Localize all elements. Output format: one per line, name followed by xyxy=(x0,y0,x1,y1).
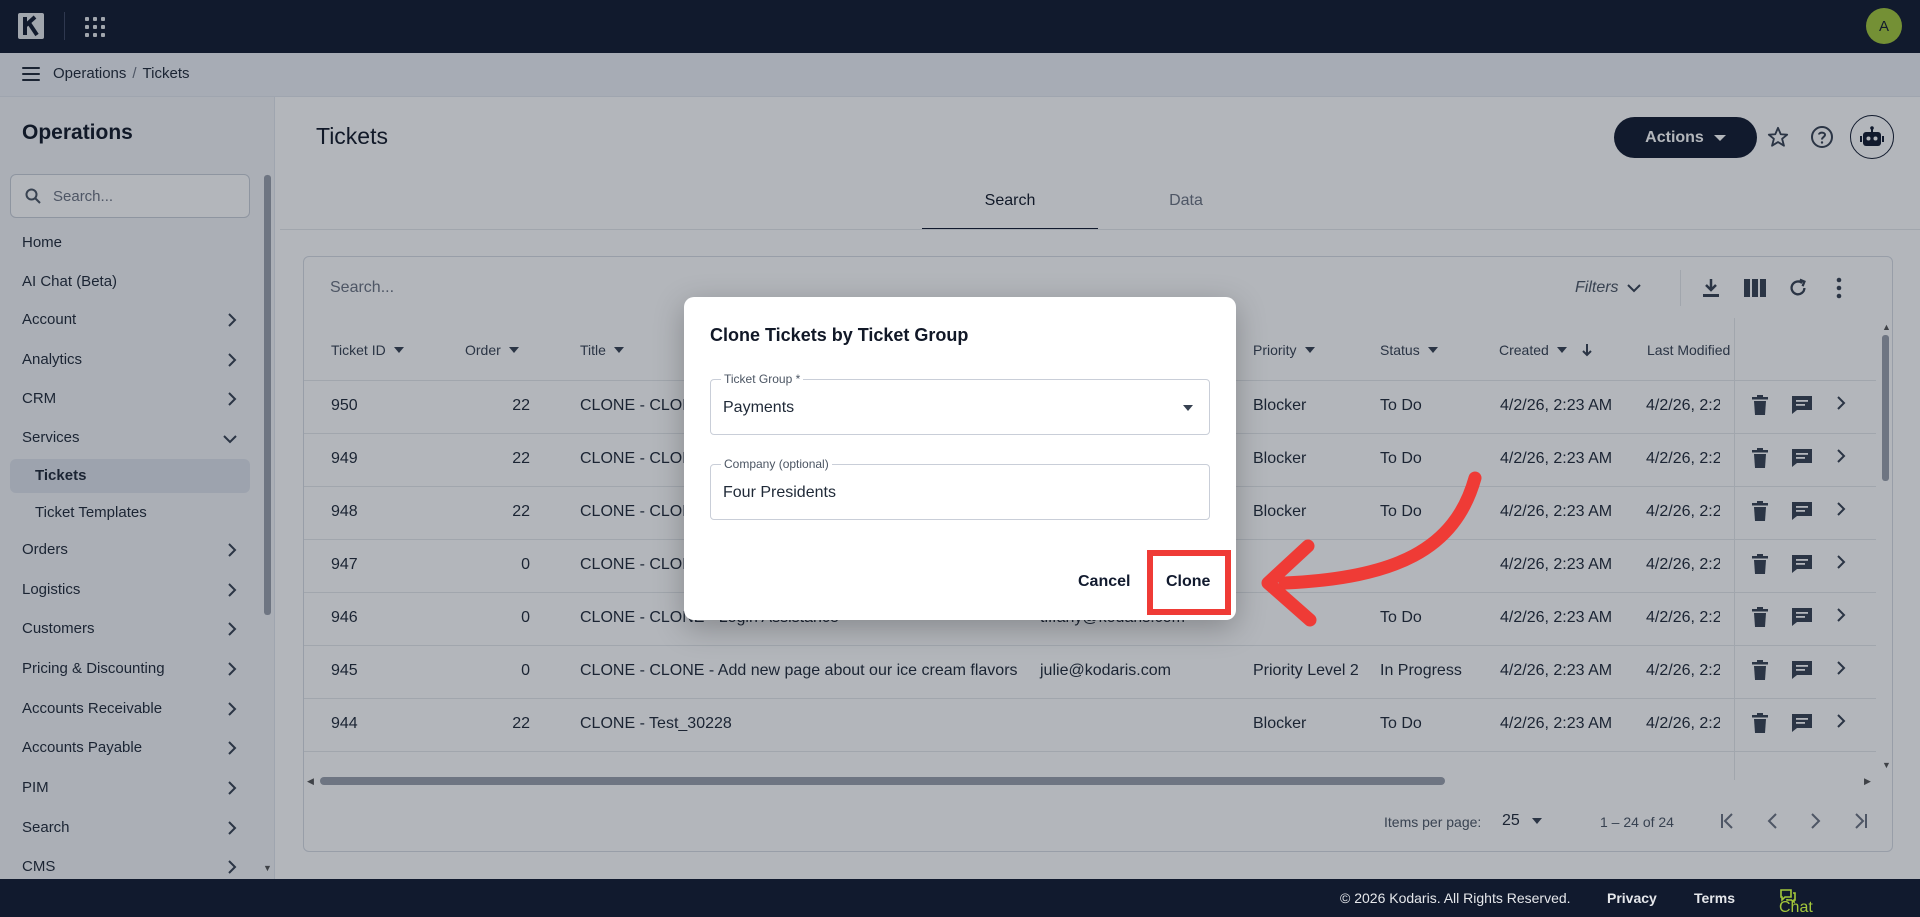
ticket-group-label: Ticket Group * xyxy=(721,372,804,386)
cancel-button[interactable]: Cancel xyxy=(1078,573,1130,591)
footer: © 2026 Kodaris. All Rights Reserved. Pri… xyxy=(0,879,1920,917)
footer-terms-link[interactable]: Terms xyxy=(1694,890,1735,906)
caret-down-icon xyxy=(1183,405,1193,411)
company-value: Four Presidents xyxy=(723,484,836,501)
chat-with-us-button[interactable]: Chat with us xyxy=(1779,888,1813,916)
footer-copyright: © 2026 Kodaris. All Rights Reserved. xyxy=(1340,890,1571,906)
footer-privacy-link[interactable]: Privacy xyxy=(1607,890,1657,906)
ticket-group-select[interactable]: Ticket Group * Payments xyxy=(710,372,1210,435)
dialog-title: Clone Tickets by Ticket Group xyxy=(710,325,969,345)
clone-highlight-box xyxy=(1147,550,1231,615)
chat-label: Chat with us xyxy=(1779,899,1813,916)
annotation-arrow-icon xyxy=(1261,471,1482,627)
ticket-group-value: Payments xyxy=(723,399,795,416)
company-field[interactable]: Company (optional) Four Presidents xyxy=(710,457,1210,520)
company-label: Company (optional) xyxy=(721,457,832,471)
